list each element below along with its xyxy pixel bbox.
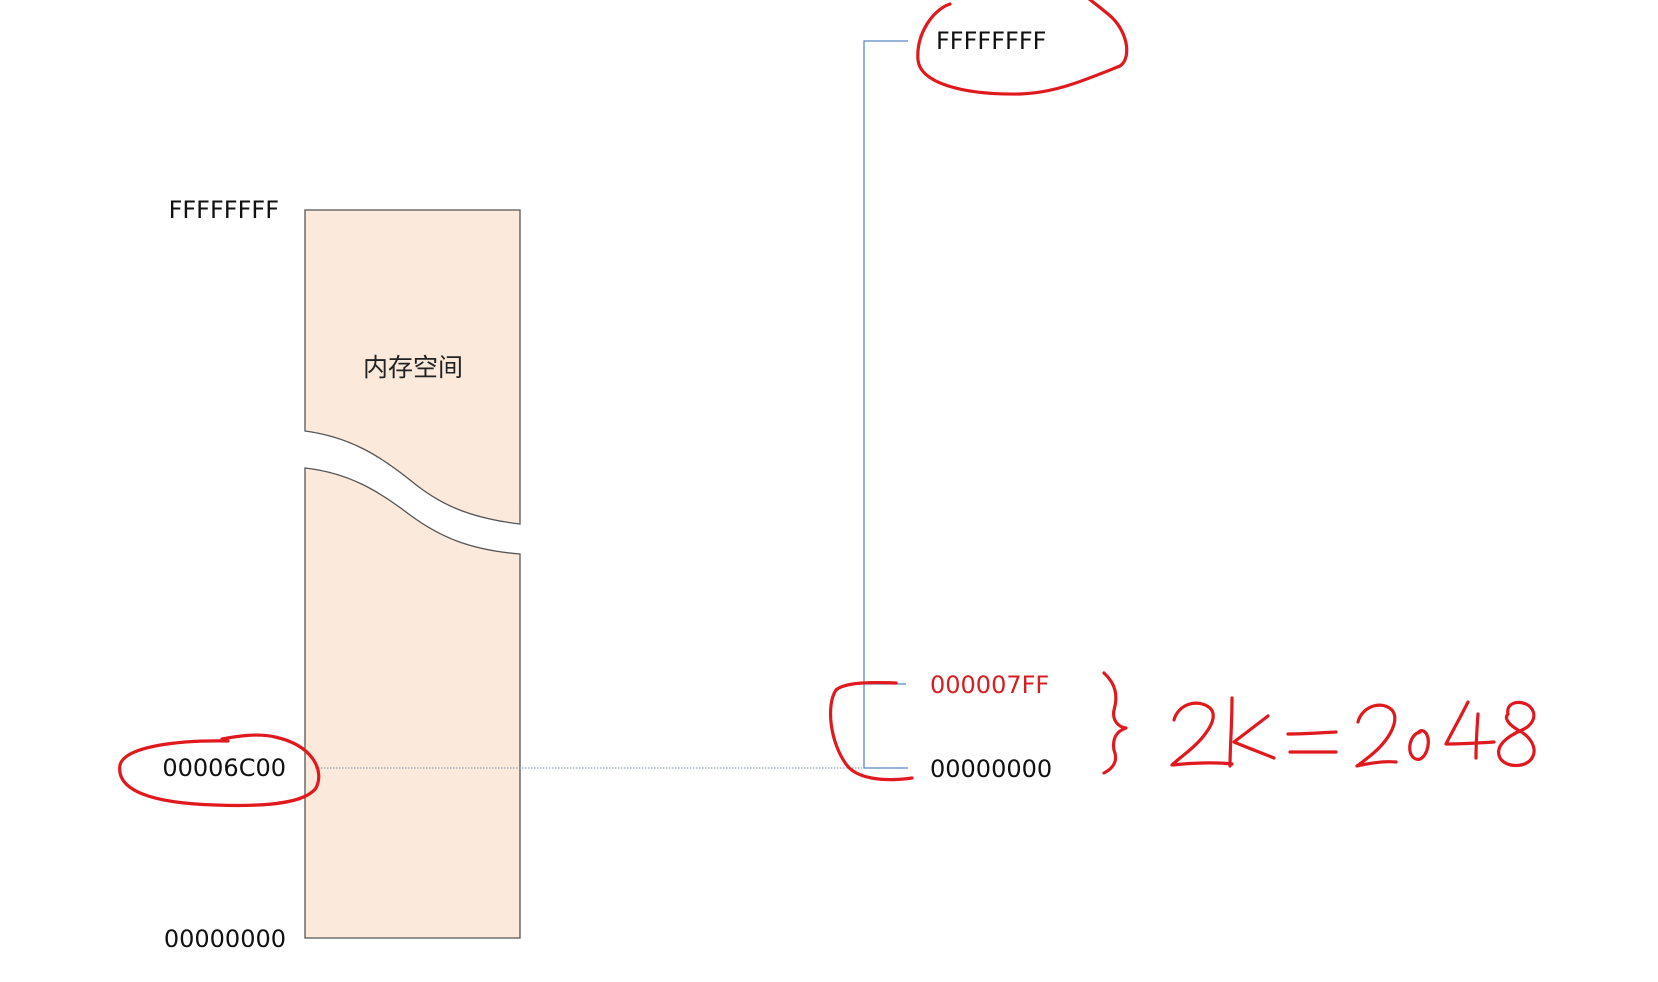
memory-top-address: FFFFFFFF <box>169 196 279 224</box>
memory-diagram: 内存空间 FFFFFFFF 00000000 00006C00 FFFFFFFF… <box>118 0 1536 953</box>
memory-block-lower-part <box>304 467 521 939</box>
ink-right-brace <box>1102 671 1128 775</box>
ink-handwritten-2k-equals-2048 <box>1170 696 1536 768</box>
memory-marked-address: 00006C00 <box>162 754 286 782</box>
ink-left-bracket <box>828 680 914 782</box>
region-axis-bracket <box>863 40 908 769</box>
memory-block: 内存空间 <box>304 209 521 939</box>
region-top-address: FFFFFFFF <box>936 27 1046 55</box>
region-end-address: 000007FF <box>930 671 1049 699</box>
region-axis <box>863 40 908 769</box>
memory-block-label: 内存空间 <box>363 353 463 382</box>
diagram-canvas: 内存空间 FFFFFFFF 00000000 00006C00 FFFFFFFF… <box>0 0 1658 982</box>
memory-bottom-address: 00000000 <box>164 925 286 953</box>
region-start-address: 00000000 <box>930 755 1052 783</box>
